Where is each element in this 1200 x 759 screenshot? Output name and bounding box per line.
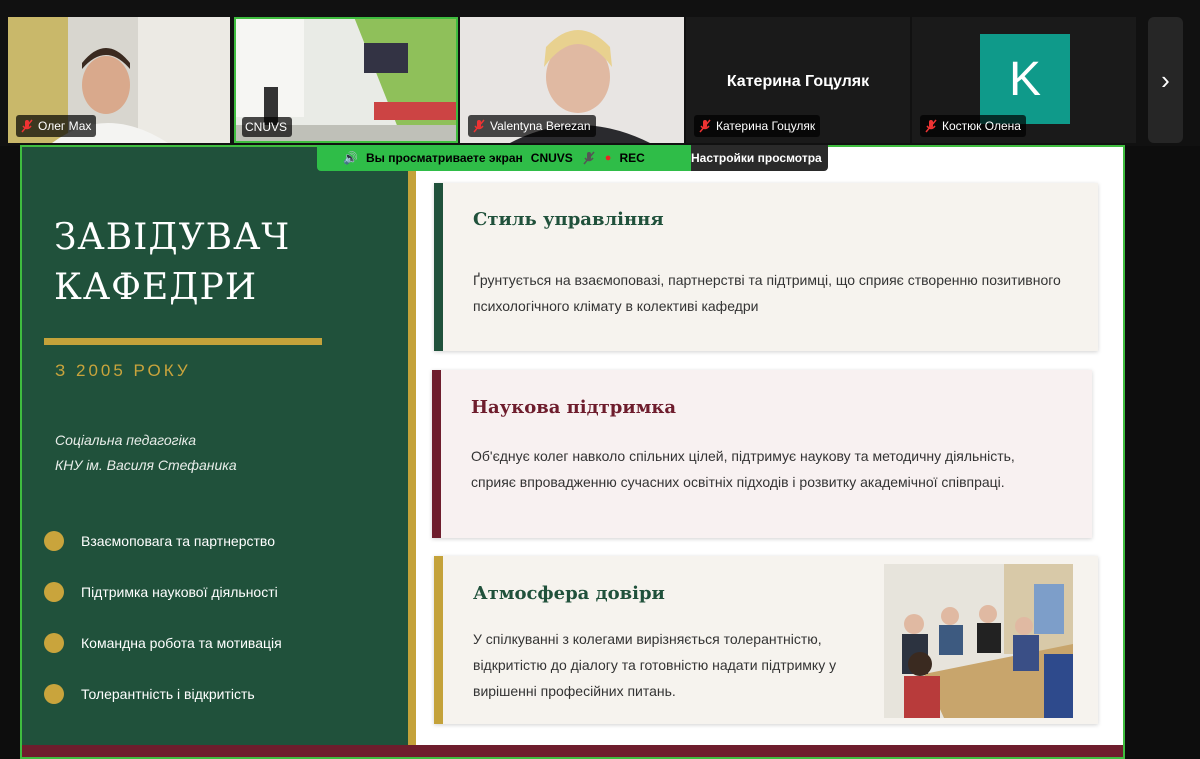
- participants-strip: Олег Мах CNUVS Valentyna Berezan Катерин…: [0, 0, 1200, 146]
- card-body: Об'єднує колег навколо спільних цілей, п…: [471, 448, 1015, 490]
- participant-name: CNUVS: [242, 117, 293, 137]
- card-accent: [434, 556, 443, 724]
- card-science-support: Наукова підтримка Об'єднує колег навколо…: [432, 370, 1092, 538]
- mic-off-icon: [583, 151, 595, 165]
- mic-off-icon: [473, 119, 485, 133]
- card-heading: Наукова підтримка: [471, 397, 677, 418]
- participant-name: Valentyna Berezan: [468, 115, 596, 137]
- meeting-photo: [884, 564, 1073, 718]
- card-heading: Стиль управління: [473, 209, 664, 230]
- bullet-list: Взаємоповага та партнерство Підтримка на…: [44, 515, 282, 719]
- bullet-dot-icon: [44, 581, 64, 602]
- card-body: Ґрунтується на взаємоповазі, партнерстві…: [473, 272, 1061, 314]
- card-heading: Атмосфера довіри: [473, 583, 665, 604]
- slide-subtitle: Соціальна педагогіка КНУ ім. Василя Стеф…: [55, 432, 237, 473]
- list-item: Підтримка наукової діяльності: [44, 566, 282, 617]
- rec-label: REC: [619, 151, 645, 165]
- bullet-dot-icon: [44, 632, 64, 653]
- chevron-right-icon: ›: [1161, 64, 1170, 95]
- slide-bottom-bar: [22, 745, 1123, 757]
- screen-share-banner: 🔊 Вы просматриваете экран CNUVS ● REC На…: [317, 145, 828, 171]
- viewing-indicator: 🔊 Вы просматриваете экран CNUVS ● REC: [317, 145, 691, 171]
- participant-tile[interactable]: K Костюк Олена: [912, 17, 1136, 143]
- slide-left-panel: ЗАВІДУВАЧ КАФЕДРИ З 2005 РОКУ Соціальна …: [22, 147, 408, 757]
- divider: [44, 338, 322, 345]
- list-item: Взаємоповага та партнерство: [44, 515, 282, 566]
- bullet-dot-icon: [44, 683, 64, 704]
- next-participants-button[interactable]: ›: [1148, 17, 1183, 143]
- participant-tile[interactable]: Катерина Гоцуляк Катерина Гоцуляк: [686, 17, 910, 143]
- view-settings-button[interactable]: Настройки просмотра: [691, 145, 828, 171]
- avatar: K: [980, 34, 1070, 124]
- participant-tile[interactable]: Valentyna Berezan: [460, 17, 684, 143]
- card-body: У спілкуванні з колегами вирізняється то…: [473, 631, 837, 699]
- photo-image: [884, 564, 1073, 718]
- speaker-icon: 🔊: [343, 151, 358, 165]
- since-label: З 2005 РОКУ: [55, 361, 191, 380]
- participant-name: Олег Мах: [16, 115, 97, 137]
- recording-dot-icon: ●: [604, 152, 612, 164]
- participant-name: Катерина Гоцуляк: [694, 115, 821, 137]
- list-item: Толерантність і відкритість: [44, 668, 282, 719]
- card-accent: [434, 183, 443, 351]
- participant-tile[interactable]: Олег Мах: [8, 17, 230, 143]
- shared-screen: ЗАВІДУВАЧ КАФЕДРИ З 2005 РОКУ Соціальна …: [20, 145, 1125, 759]
- slide-title: ЗАВІДУВАЧ КАФЕДРИ: [54, 217, 291, 308]
- card-accent: [432, 370, 441, 538]
- participant-display-name: Катерина Гоцуляк: [726, 73, 870, 90]
- participant-tile-active-speaker[interactable]: CNUVS: [234, 17, 458, 143]
- participant-name: Костюк Олена: [920, 115, 1026, 137]
- mic-off-icon: [21, 119, 33, 133]
- mic-off-icon: [699, 119, 711, 133]
- bullet-dot-icon: [44, 530, 64, 551]
- card-management-style: Стиль управління Ґрунтується на взаємопо…: [434, 183, 1098, 351]
- card-trust-atmosphere: Атмосфера довіри У спілкуванні з колегам…: [434, 556, 1098, 724]
- gold-divider: [408, 147, 416, 757]
- list-item: Командна робота та мотивація: [44, 617, 282, 668]
- mic-off-icon: [925, 119, 937, 133]
